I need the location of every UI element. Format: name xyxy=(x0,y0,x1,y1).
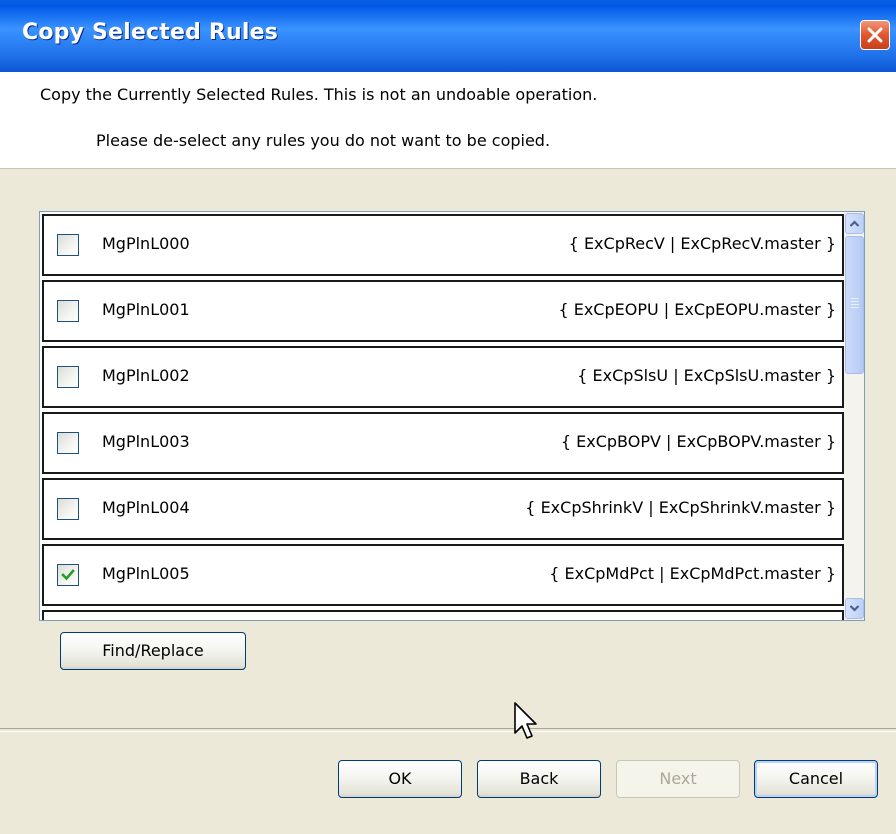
rule-item[interactable]: MgPlnL003 { ExCpBOPV | ExCpBOPV.master } xyxy=(42,412,844,474)
chevron-down-icon xyxy=(849,605,860,612)
rule-list[interactable]: MgPlnL000 { ExCpRecV | ExCpRecV.master }… xyxy=(39,211,865,621)
description-text: Copy the Currently Selected Rules. This … xyxy=(40,85,598,104)
rule-item[interactable]: MgPlnL000 { ExCpRecV | ExCpRecV.master } xyxy=(42,214,844,276)
rule-name: MgPlnL005 xyxy=(102,564,190,583)
rule-target: { ExCpMdPct | ExCpMdPct.master } xyxy=(549,564,836,583)
scroll-thumb[interactable] xyxy=(845,236,864,374)
footer-divider xyxy=(0,728,896,732)
title-bar[interactable]: Copy Selected Rules xyxy=(0,0,896,72)
rule-item-partial[interactable] xyxy=(42,610,844,620)
rule-checkbox[interactable] xyxy=(57,432,79,454)
chevron-up-icon xyxy=(849,220,860,227)
rule-target: { ExCpEOPU | ExCpEOPU.master } xyxy=(558,300,836,319)
dialog-title: Copy Selected Rules xyxy=(22,20,279,45)
rule-checkbox-checked[interactable] xyxy=(57,564,79,586)
rule-item[interactable]: MgPlnL004 { ExCpShrinkV | ExCpShrinkV.ma… xyxy=(42,478,844,540)
instruction-text: Please de-select any rules you do not wa… xyxy=(96,131,551,150)
rule-name: MgPlnL001 xyxy=(102,300,190,319)
mouse-pointer-icon xyxy=(514,702,537,739)
ok-button[interactable]: OK xyxy=(338,760,462,798)
find-replace-button[interactable]: Find/Replace xyxy=(60,632,246,670)
rule-target: { ExCpSlsU | ExCpSlsU.master } xyxy=(577,366,836,385)
vertical-scrollbar[interactable] xyxy=(844,212,864,620)
rule-target: { ExCpShrinkV | ExCpShrinkV.master } xyxy=(525,498,836,517)
back-button[interactable]: Back xyxy=(477,760,601,798)
copy-selected-rules-dialog: Copy Selected Rules Copy the Currently S… xyxy=(0,0,896,834)
rule-checkbox[interactable] xyxy=(57,498,79,520)
scroll-up-button[interactable] xyxy=(845,213,864,234)
close-icon xyxy=(867,27,883,43)
rule-target: { ExCpRecV | ExCpRecV.master } xyxy=(568,234,836,253)
cancel-button[interactable]: Cancel xyxy=(754,760,878,798)
rule-item[interactable]: MgPlnL001 { ExCpEOPU | ExCpEOPU.master } xyxy=(42,280,844,342)
checkmark-icon xyxy=(61,569,75,581)
dialog-header: Copy the Currently Selected Rules. This … xyxy=(0,72,896,169)
next-button[interactable]: Next xyxy=(616,760,740,798)
scroll-grip xyxy=(851,298,859,299)
rule-target: { ExCpBOPV | ExCpBOPV.master } xyxy=(560,432,836,451)
scroll-down-button[interactable] xyxy=(845,598,864,619)
rule-checkbox[interactable] xyxy=(57,234,79,256)
rule-name: MgPlnL004 xyxy=(102,498,190,517)
rule-checkbox[interactable] xyxy=(57,300,79,322)
rule-item[interactable]: MgPlnL002 { ExCpSlsU | ExCpSlsU.master } xyxy=(42,346,844,408)
rule-name: MgPlnL000 xyxy=(102,234,190,253)
rule-checkbox[interactable] xyxy=(57,366,79,388)
rule-item[interactable]: MgPlnL005 { ExCpMdPct | ExCpMdPct.master… xyxy=(42,544,844,606)
rule-name: MgPlnL002 xyxy=(102,366,190,385)
close-button[interactable] xyxy=(860,20,890,50)
rule-name: MgPlnL003 xyxy=(102,432,190,451)
